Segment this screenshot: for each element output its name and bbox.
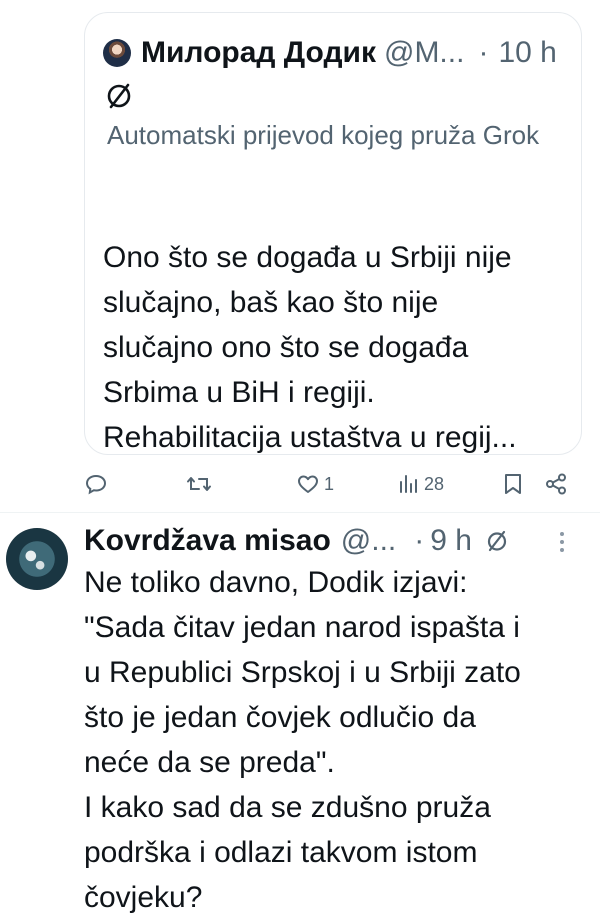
tweet-divider — [0, 512, 600, 513]
like-button[interactable]: 1 — [296, 466, 334, 502]
translate-icon — [107, 83, 131, 109]
author-name[interactable]: Милорад Додик — [141, 35, 376, 71]
translate-icon — [487, 530, 507, 552]
separator-dot: · — [414, 524, 425, 557]
timestamp[interactable]: 10 h — [498, 35, 556, 71]
quoted-tweet-header: Милорад Додик @M... · 10 h — [103, 35, 557, 71]
retweet-button[interactable] — [186, 466, 212, 502]
bookmark-button[interactable] — [502, 466, 524, 502]
separator-dot: · — [478, 36, 489, 69]
like-count: 1 — [324, 473, 335, 494]
reply-tweet-header: Kovrdžava misao @... · 9 h — [84, 522, 594, 560]
heart-icon — [298, 475, 318, 493]
quoted-tweet-card[interactable]: Милорад Додик @M... · 10 h Automatski pr… — [84, 12, 582, 455]
reply-author-handle[interactable]: @... — [341, 524, 396, 558]
reply-author-name[interactable]: Kovrdžava misao — [84, 524, 331, 558]
more-options-icon[interactable] — [558, 530, 566, 554]
reply-avatar[interactable] — [6, 528, 68, 590]
share-button[interactable] — [544, 466, 568, 502]
translation-note[interactable]: Automatski prijevod kojeg pruža Grok — [107, 117, 547, 153]
bookmark-icon — [505, 474, 521, 494]
share-icon — [546, 473, 566, 495]
view-count: 28 — [424, 473, 445, 494]
author-handle[interactable]: @M... — [384, 35, 464, 71]
reply-icon — [85, 474, 107, 495]
tweet-actions: 1 28 — [78, 466, 588, 502]
reply-tweet-text: Ne toliko davno, Dodik izjavi: "Sada čit… — [84, 566, 521, 914]
views-icon — [400, 475, 417, 493]
reply-button[interactable] — [84, 466, 108, 502]
retweet-icon — [187, 477, 211, 491]
views-button[interactable]: 28 — [398, 466, 444, 502]
quoted-tweet-text: Ono što se događa u Srbiji nije slučajno… — [103, 241, 517, 454]
avatar[interactable] — [103, 39, 131, 67]
reply-timestamp[interactable]: 9 h — [430, 524, 472, 558]
